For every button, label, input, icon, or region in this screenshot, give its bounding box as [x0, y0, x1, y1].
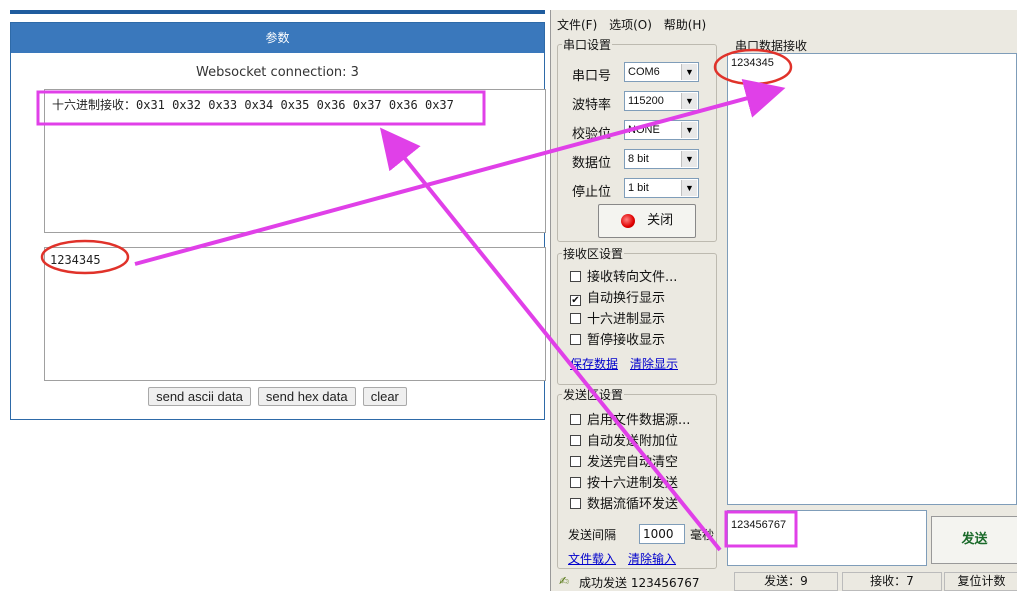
port-label: 串口号 [572, 69, 612, 84]
checkbox-label: 数据流循环发送 [587, 497, 679, 512]
reset-count-button[interactable]: 复位计数 [944, 572, 1017, 591]
loop-send-checkbox[interactable]: 数据流循环发送 [570, 493, 678, 512]
hex-display-checkbox[interactable]: 十六进制显示 [570, 308, 665, 327]
checkbox-box [570, 414, 581, 425]
clear-display-link[interactable]: 清除显示 [630, 355, 678, 372]
status-message: 成功发送 123456767 [579, 576, 700, 590]
file-source-checkbox[interactable]: 启用文件数据源... [570, 409, 690, 428]
databits-value: 8 bit [628, 153, 649, 165]
stopbits-label: 停止位 [572, 185, 612, 200]
serial-send-input[interactable]: 123456767 [727, 510, 927, 566]
sent-count: 发送：9 [734, 572, 838, 591]
clear-input-link[interactable]: 清除输入 [628, 550, 676, 567]
hex-send-checkbox[interactable]: 按十六进制发送 [570, 472, 678, 491]
recv-to-file-checkbox[interactable]: 接收转向文件... [570, 266, 677, 285]
checkbox-label: 暂停接收显示 [587, 333, 666, 348]
baud-value: 115200 [628, 95, 664, 107]
chevron-down-icon: ▼ [681, 64, 697, 80]
send-settings-group: 发送区设置 启用文件数据源... 自动发送附加位 发送完自动清空 按十六进制发送… [557, 386, 717, 569]
send-input-text: 1234345 [50, 253, 101, 267]
checkbox-box [570, 271, 581, 282]
auto-wrap-checkbox[interactable]: ✔ 自动换行显示 [570, 287, 665, 306]
received-count: 接收：7 [842, 572, 942, 591]
save-data-link[interactable]: 保存数据 [570, 355, 618, 372]
checkbox-box [570, 456, 581, 467]
screenshot: 参数 Websocket connection: 3 十六进制接收：0x31 0… [0, 0, 1017, 591]
send-hex-button[interactable]: send hex data [257, 387, 356, 406]
close-port-button[interactable]: 关闭 [598, 204, 696, 238]
serial-received-text: 1234345 [731, 57, 774, 69]
menu-bar: 文件(F) 选项(O) 帮助(H) [551, 10, 1017, 32]
serial-send-text: 123456767 [731, 519, 787, 531]
menu-help[interactable]: 帮助(H) [664, 18, 706, 32]
checkbox-label: 发送完自动清空 [587, 455, 679, 470]
close-port-label: 关闭 [647, 213, 674, 228]
send-success-icon: ✍ [559, 574, 570, 588]
chevron-down-icon: ▼ [681, 180, 697, 196]
interval-label: 发送间隔 [568, 528, 617, 542]
interval-unit: 毫秒 [690, 528, 715, 542]
checkmark-icon: ✔ [570, 295, 581, 306]
checkbox-label: 自动发送附加位 [587, 434, 679, 449]
clear-button[interactable]: clear [362, 387, 407, 406]
parity-label: 校验位 [572, 127, 612, 142]
checkbox-box [570, 334, 581, 345]
menu-options[interactable]: 选项(O) [609, 18, 652, 32]
port-settings-group: 串口设置 串口号 COM6 ▼ 波特率 115200 ▼ 校验位 NONE ▼ … [557, 36, 717, 242]
serial-tool-window: 文件(F) 选项(O) 帮助(H) 串口设置 串口号 COM6 ▼ 波特率 11… [550, 10, 1017, 591]
web-button-row: send ascii data send hex data clear [11, 386, 544, 406]
auto-clear-checkbox[interactable]: 发送完自动清空 [570, 451, 678, 470]
checkbox-label: 接收转向文件... [587, 270, 678, 285]
websocket-connection-status: Websocket connection: 3 [196, 65, 359, 80]
send-button[interactable]: 发送 [931, 516, 1017, 564]
serial-receive-area[interactable]: 1234345 [727, 53, 1017, 505]
checkbox-label: 按十六进制发送 [587, 476, 679, 491]
baud-label: 波特率 [572, 98, 612, 113]
parity-value: NONE [628, 124, 660, 136]
checkbox-box [570, 313, 581, 324]
pause-receive-checkbox[interactable]: 暂停接收显示 [570, 329, 665, 348]
status-bar: ✍ 成功发送 123456767 发送：9 接收：7 复位计数 [551, 572, 1017, 591]
chevron-down-icon: ▼ [681, 93, 697, 109]
send-settings-title: 发送区设置 [562, 386, 625, 403]
chevron-down-icon: ▼ [681, 151, 697, 167]
load-file-link[interactable]: 文件载入 [568, 550, 616, 567]
checkbox-label: 十六进制显示 [587, 312, 666, 327]
web-header: 参数 [11, 23, 544, 53]
port-select[interactable]: COM6 ▼ [624, 62, 699, 82]
receive-settings-title: 接收区设置 [562, 245, 625, 262]
checkbox-box [570, 435, 581, 446]
databits-select[interactable]: 8 bit ▼ [624, 149, 699, 169]
baud-select[interactable]: 115200 ▼ [624, 91, 699, 111]
checkbox-label: 启用文件数据源... [587, 413, 691, 428]
stopbits-select[interactable]: 1 bit ▼ [624, 178, 699, 198]
auto-append-checkbox[interactable]: 自动发送附加位 [570, 430, 678, 449]
databits-label: 数据位 [572, 156, 612, 171]
status-light-icon [620, 213, 635, 228]
receive-area-title: 串口数据接收 [733, 37, 810, 54]
parity-select[interactable]: NONE ▼ [624, 120, 699, 140]
port-settings-title: 串口设置 [562, 36, 613, 53]
send-interval-input[interactable]: 1000 [639, 524, 685, 544]
menu-file[interactable]: 文件(F) [557, 18, 597, 32]
port-value: COM6 [628, 66, 660, 78]
send-input-textarea[interactable]: 1234345 [44, 247, 546, 381]
checkbox-label: 自动换行显示 [587, 291, 666, 306]
send-ascii-button[interactable]: send ascii data [148, 387, 251, 406]
received-data-text: 十六进制接收：0x31 0x32 0x33 0x34 0x35 0x36 0x3… [52, 98, 454, 112]
receive-settings-group: 接收区设置 接收转向文件... ✔ 自动换行显示 十六进制显示 暂停接收显示 保存… [557, 245, 717, 385]
stopbits-value: 1 bit [628, 182, 649, 194]
received-data-textarea[interactable]: 十六进制接收：0x31 0x32 0x33 0x34 0x35 0x36 0x3… [44, 89, 546, 233]
checkbox-box [570, 498, 581, 509]
chevron-down-icon: ▼ [681, 122, 697, 138]
web-panel: 参数 Websocket connection: 3 十六进制接收：0x31 0… [10, 22, 546, 420]
web-top-line [10, 10, 545, 14]
checkbox-box [570, 477, 581, 488]
